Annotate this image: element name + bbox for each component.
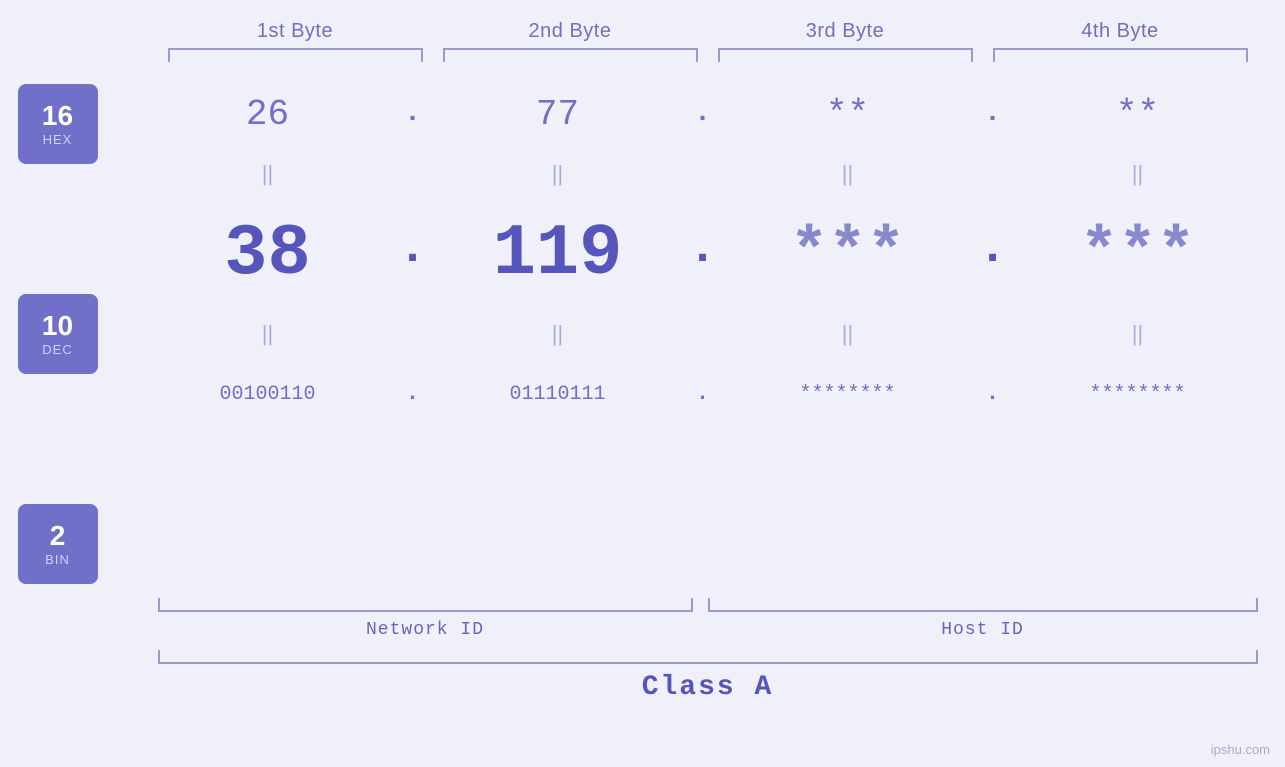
bin-dot1: . <box>398 354 428 434</box>
bin-row: 00100110 . 01110111 . ******** . *******… <box>138 354 1268 434</box>
network-id-label: Network ID <box>158 620 693 640</box>
eq1-val2: || <box>428 161 688 187</box>
dec-badge-label: DEC <box>42 342 72 357</box>
byte3-label: 3rd Byte <box>708 20 983 43</box>
bin-badge-label: BIN <box>45 552 70 567</box>
dec-dot2: . <box>688 189 718 319</box>
bin-badge-number: 2 <box>50 521 66 552</box>
host-id-label: Host ID <box>708 620 1258 640</box>
hex-val3: ** <box>718 94 978 135</box>
byte2-label: 2nd Byte <box>433 20 708 43</box>
equal-row-2: || || || || <box>138 314 1268 354</box>
dec-row: 38 . 119 . *** . *** <box>138 194 1268 314</box>
dec-val2: 119 <box>428 213 688 295</box>
main-container: 1st Byte 2nd Byte 3rd Byte 4th Byte 16 H… <box>0 0 1285 767</box>
dec-badge-number: 10 <box>42 311 73 342</box>
hex-val1: 26 <box>138 94 398 135</box>
header-row: 1st Byte 2nd Byte 3rd Byte 4th Byte <box>158 20 1258 43</box>
bracket-byte4 <box>993 48 1248 62</box>
hex-dot3: . <box>978 74 1008 154</box>
dec-val4: *** <box>1008 218 1268 290</box>
class-bracket <box>158 650 1258 664</box>
bin-badge: 2 BIN <box>18 504 98 584</box>
bottom-brackets-row <box>158 598 1258 616</box>
equal-row-1: || || || || <box>138 154 1268 194</box>
hex-val2: 77 <box>428 94 688 135</box>
bin-val1: 00100110 <box>138 383 398 406</box>
bin-val2: 01110111 <box>428 383 688 406</box>
bracket-host <box>708 598 1258 612</box>
dec-badge: 10 DEC <box>18 294 98 374</box>
bottom-section: Network ID Host ID <box>158 598 1258 640</box>
watermark: ipshu.com <box>1211 742 1270 757</box>
bottom-labels-row: Network ID Host ID <box>158 620 1258 640</box>
hex-row: 26 . 77 . ** . ** <box>138 74 1268 154</box>
eq1-val4: || <box>1008 161 1268 187</box>
dec-dot3: . <box>978 189 1008 319</box>
eq2-val2: || <box>428 321 688 347</box>
bin-val4: ******** <box>1008 383 1268 406</box>
hex-dot2: . <box>688 74 718 154</box>
hex-badge-label: HEX <box>43 132 73 147</box>
hex-val4: ** <box>1008 94 1268 135</box>
hex-dot1: . <box>398 74 428 154</box>
bracket-network <box>158 598 693 612</box>
class-section: Class A <box>158 650 1258 703</box>
hex-badge-number: 16 <box>42 101 73 132</box>
bin-dot3: . <box>978 354 1008 434</box>
eq2-val3: || <box>718 321 978 347</box>
eq2-val4: || <box>1008 321 1268 347</box>
eq2-val1: || <box>138 321 398 347</box>
bracket-byte1 <box>168 48 423 62</box>
bracket-byte3 <box>718 48 973 62</box>
bin-dot2: . <box>688 354 718 434</box>
dec-dot1: . <box>398 189 428 319</box>
content-area: 16 HEX 10 DEC 2 BIN 26 . 77 . ** <box>18 74 1268 594</box>
data-rows: 26 . 77 . ** . ** || || || || 38 <box>138 74 1268 434</box>
dec-val3: *** <box>718 218 978 290</box>
hex-badge: 16 HEX <box>18 84 98 164</box>
bin-val3: ******** <box>718 383 978 406</box>
eq1-val1: || <box>138 161 398 187</box>
badges-column: 16 HEX 10 DEC 2 BIN <box>18 74 138 594</box>
class-label: Class A <box>158 672 1258 703</box>
byte4-label: 4th Byte <box>983 20 1258 43</box>
byte1-label: 1st Byte <box>158 20 433 43</box>
eq1-val3: || <box>718 161 978 187</box>
bracket-byte2 <box>443 48 698 62</box>
top-brackets <box>158 48 1258 66</box>
dec-val1: 38 <box>138 213 398 295</box>
